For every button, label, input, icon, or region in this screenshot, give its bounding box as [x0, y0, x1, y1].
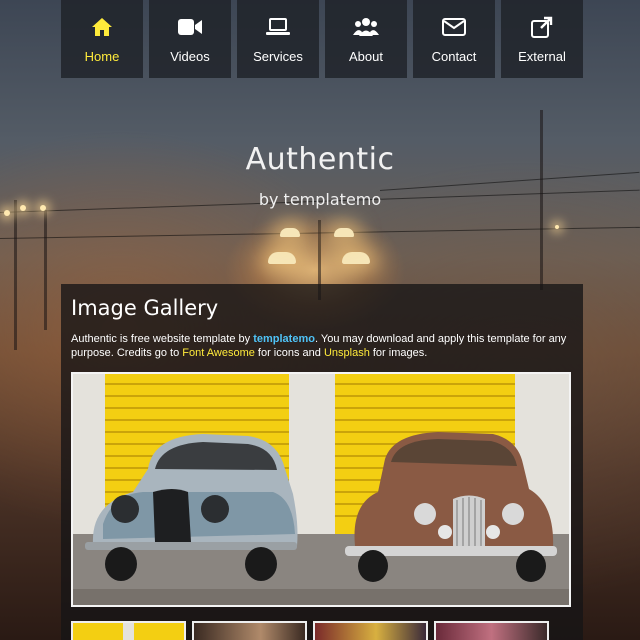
- nav-label: About: [349, 48, 383, 64]
- nav-label: External: [518, 48, 566, 64]
- nav-item-services[interactable]: Services: [237, 0, 319, 78]
- hero-title: Authentic: [245, 142, 395, 177]
- intro-text: for icons and: [254, 347, 324, 359]
- video-camera-icon: [178, 15, 202, 39]
- nav-item-external[interactable]: External: [501, 0, 583, 78]
- top-navigation: Home Videos Services About Contact Exter…: [61, 0, 583, 78]
- templatemo-link[interactable]: templatemo: [253, 333, 315, 345]
- laptop-icon: [266, 15, 290, 39]
- gallery-main-image[interactable]: [71, 372, 571, 607]
- nav-item-contact[interactable]: Contact: [413, 0, 495, 78]
- font-awesome-link[interactable]: Font Awesome: [182, 347, 255, 359]
- nav-item-videos[interactable]: Videos: [149, 0, 231, 78]
- home-icon: [91, 15, 113, 39]
- gallery-title: Image Gallery: [71, 296, 219, 320]
- nav-label: Videos: [170, 48, 210, 64]
- nav-label: Home: [84, 48, 120, 64]
- image-gallery-panel: Image Gallery Authentic is free website …: [61, 284, 583, 640]
- gallery-thumbnail[interactable]: [192, 621, 307, 640]
- hero-subtitle: by templatemo: [258, 190, 382, 209]
- gallery-thumbnails: [71, 621, 573, 640]
- nav-item-about[interactable]: About: [325, 0, 407, 78]
- unsplash-link[interactable]: Unsplash: [324, 347, 370, 359]
- gallery-description: Authentic is free website template by te…: [71, 332, 571, 360]
- gallery-thumbnail[interactable]: [71, 621, 186, 640]
- gallery-thumbnail[interactable]: [434, 621, 549, 640]
- envelope-icon: [442, 15, 466, 39]
- gallery-thumbnail[interactable]: [313, 621, 428, 640]
- vintage-cars-photo: [73, 374, 569, 605]
- users-icon: [353, 15, 379, 39]
- external-link-icon: [531, 15, 553, 39]
- intro-text: for images.: [369, 347, 428, 359]
- nav-label: Services: [253, 48, 303, 64]
- nav-label: Contact: [431, 48, 477, 64]
- intro-text: Authentic is free website template by: [71, 333, 254, 345]
- nav-item-home[interactable]: Home: [61, 0, 143, 78]
